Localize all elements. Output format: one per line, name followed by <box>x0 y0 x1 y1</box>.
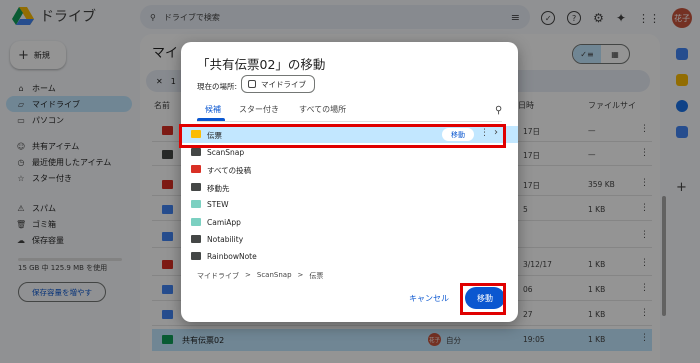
folder-row[interactable]: すべての投稿 <box>181 161 518 178</box>
annotation-highlight-move-button <box>460 283 506 315</box>
folder-name: CamiApp <box>207 218 241 227</box>
tab-starred[interactable]: スター付き <box>239 104 279 115</box>
active-tab-indicator <box>197 118 225 121</box>
breadcrumb-separator: > <box>297 271 304 279</box>
breadcrumb-item[interactable]: 伝票 <box>309 271 323 281</box>
folder-icon <box>191 218 201 226</box>
breadcrumb-item[interactable]: ScanSnap <box>257 271 292 281</box>
search-icon[interactable]: ⚲ <box>495 105 502 116</box>
move-dialog: 「共有伝票02」の移動 現在の場所: マイドライブ 候補 スター付き すべての場… <box>181 42 518 322</box>
folder-icon <box>191 200 201 208</box>
current-location-value: マイドライブ <box>261 79 306 89</box>
folder-row[interactable]: STEW <box>181 196 518 213</box>
folder-icon <box>191 148 201 156</box>
location-tabs: 候補 スター付き すべての場所 <box>197 100 502 122</box>
drive-icon <box>248 80 256 88</box>
folder-row[interactable]: 移動先 <box>181 179 518 196</box>
folder-icon <box>191 235 201 243</box>
current-location-chip[interactable]: マイドライブ <box>241 75 315 93</box>
folder-name: すべての投稿 <box>207 166 252 175</box>
annotation-highlight-folder <box>179 124 506 148</box>
folder-row[interactable]: Notability <box>181 231 518 248</box>
current-location-label: 現在の場所: <box>197 82 238 91</box>
tab-all-locations[interactable]: すべての場所 <box>299 104 346 115</box>
folder-name: Notability <box>207 235 244 244</box>
folder-name: ScanSnap <box>207 148 245 157</box>
folder-icon <box>191 252 201 260</box>
breadcrumb-item[interactable]: マイドライブ <box>197 271 239 281</box>
folder-name: 移動先 <box>207 184 230 193</box>
cancel-button[interactable]: キャンセル <box>409 293 449 304</box>
folder-icon <box>191 183 201 191</box>
dialog-title: 「共有伝票02」の移動 <box>197 57 326 72</box>
folder-icon <box>191 165 201 173</box>
tab-suggested[interactable]: 候補 <box>205 104 221 115</box>
breadcrumb: マイドライブ > ScanSnap > 伝票 <box>197 271 323 281</box>
folder-row[interactable]: CamiApp <box>181 214 518 231</box>
folder-row[interactable]: RainbowNote <box>181 248 518 265</box>
folder-name: RainbowNote <box>207 252 257 261</box>
folder-name: STEW <box>207 200 229 209</box>
breadcrumb-separator: > <box>245 271 251 279</box>
